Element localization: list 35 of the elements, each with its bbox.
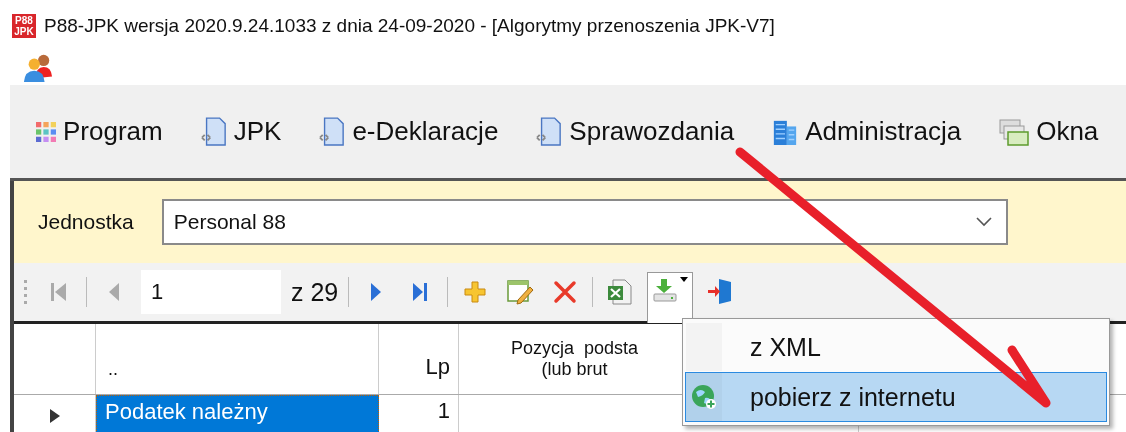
menu-item[interactable]: Administracja xyxy=(768,112,966,151)
menu-item[interactable]: Okna xyxy=(995,112,1103,151)
table-cell: 1 xyxy=(379,395,459,432)
windows-icon xyxy=(999,117,1030,146)
chevron-down-icon xyxy=(975,217,992,227)
add-icon xyxy=(462,279,489,305)
menu-item[interactable]: Sprawozdania xyxy=(532,112,739,151)
document-icon xyxy=(200,116,227,147)
field-label: Jednostka xyxy=(38,210,134,234)
import-button[interactable] xyxy=(647,271,694,323)
import-icon xyxy=(652,276,679,303)
exit-icon xyxy=(707,277,734,307)
menu-item[interactable]: e-Deklaracje xyxy=(315,112,503,151)
menu-grid-icon xyxy=(36,121,56,142)
window-title: P88-JPK wersja 2020.9.24.1033 z dnia 24-09-2020 - [Algorytmy przenoszenia JPK-V7] xyxy=(44,15,775,37)
column-header[interactable]: Lp xyxy=(379,324,459,394)
edit-icon xyxy=(506,278,535,306)
table-cell: Podatek należny xyxy=(96,395,379,432)
caret-down-icon xyxy=(680,276,689,282)
menu-item[interactable]: pobierz z internetu xyxy=(685,372,1107,422)
excel-icon xyxy=(607,279,634,305)
delete-icon xyxy=(552,279,579,305)
globe-icon xyxy=(691,384,717,410)
unit-dropdown[interactable]: Personal 88 xyxy=(161,199,1008,245)
row-pointer-icon xyxy=(49,409,60,423)
position-field[interactable]: 1 xyxy=(141,270,281,314)
grip-icon xyxy=(24,280,28,304)
app-logo: P88 JPK xyxy=(12,14,36,38)
document-icon xyxy=(536,116,563,147)
menu-item[interactable]: Program xyxy=(32,112,167,151)
document-icon xyxy=(319,116,346,147)
page-count: z 29 xyxy=(291,277,339,307)
menu-item[interactable]: JPK xyxy=(196,112,286,151)
users-icon xyxy=(22,52,54,82)
column-header[interactable]: .. xyxy=(96,324,379,394)
